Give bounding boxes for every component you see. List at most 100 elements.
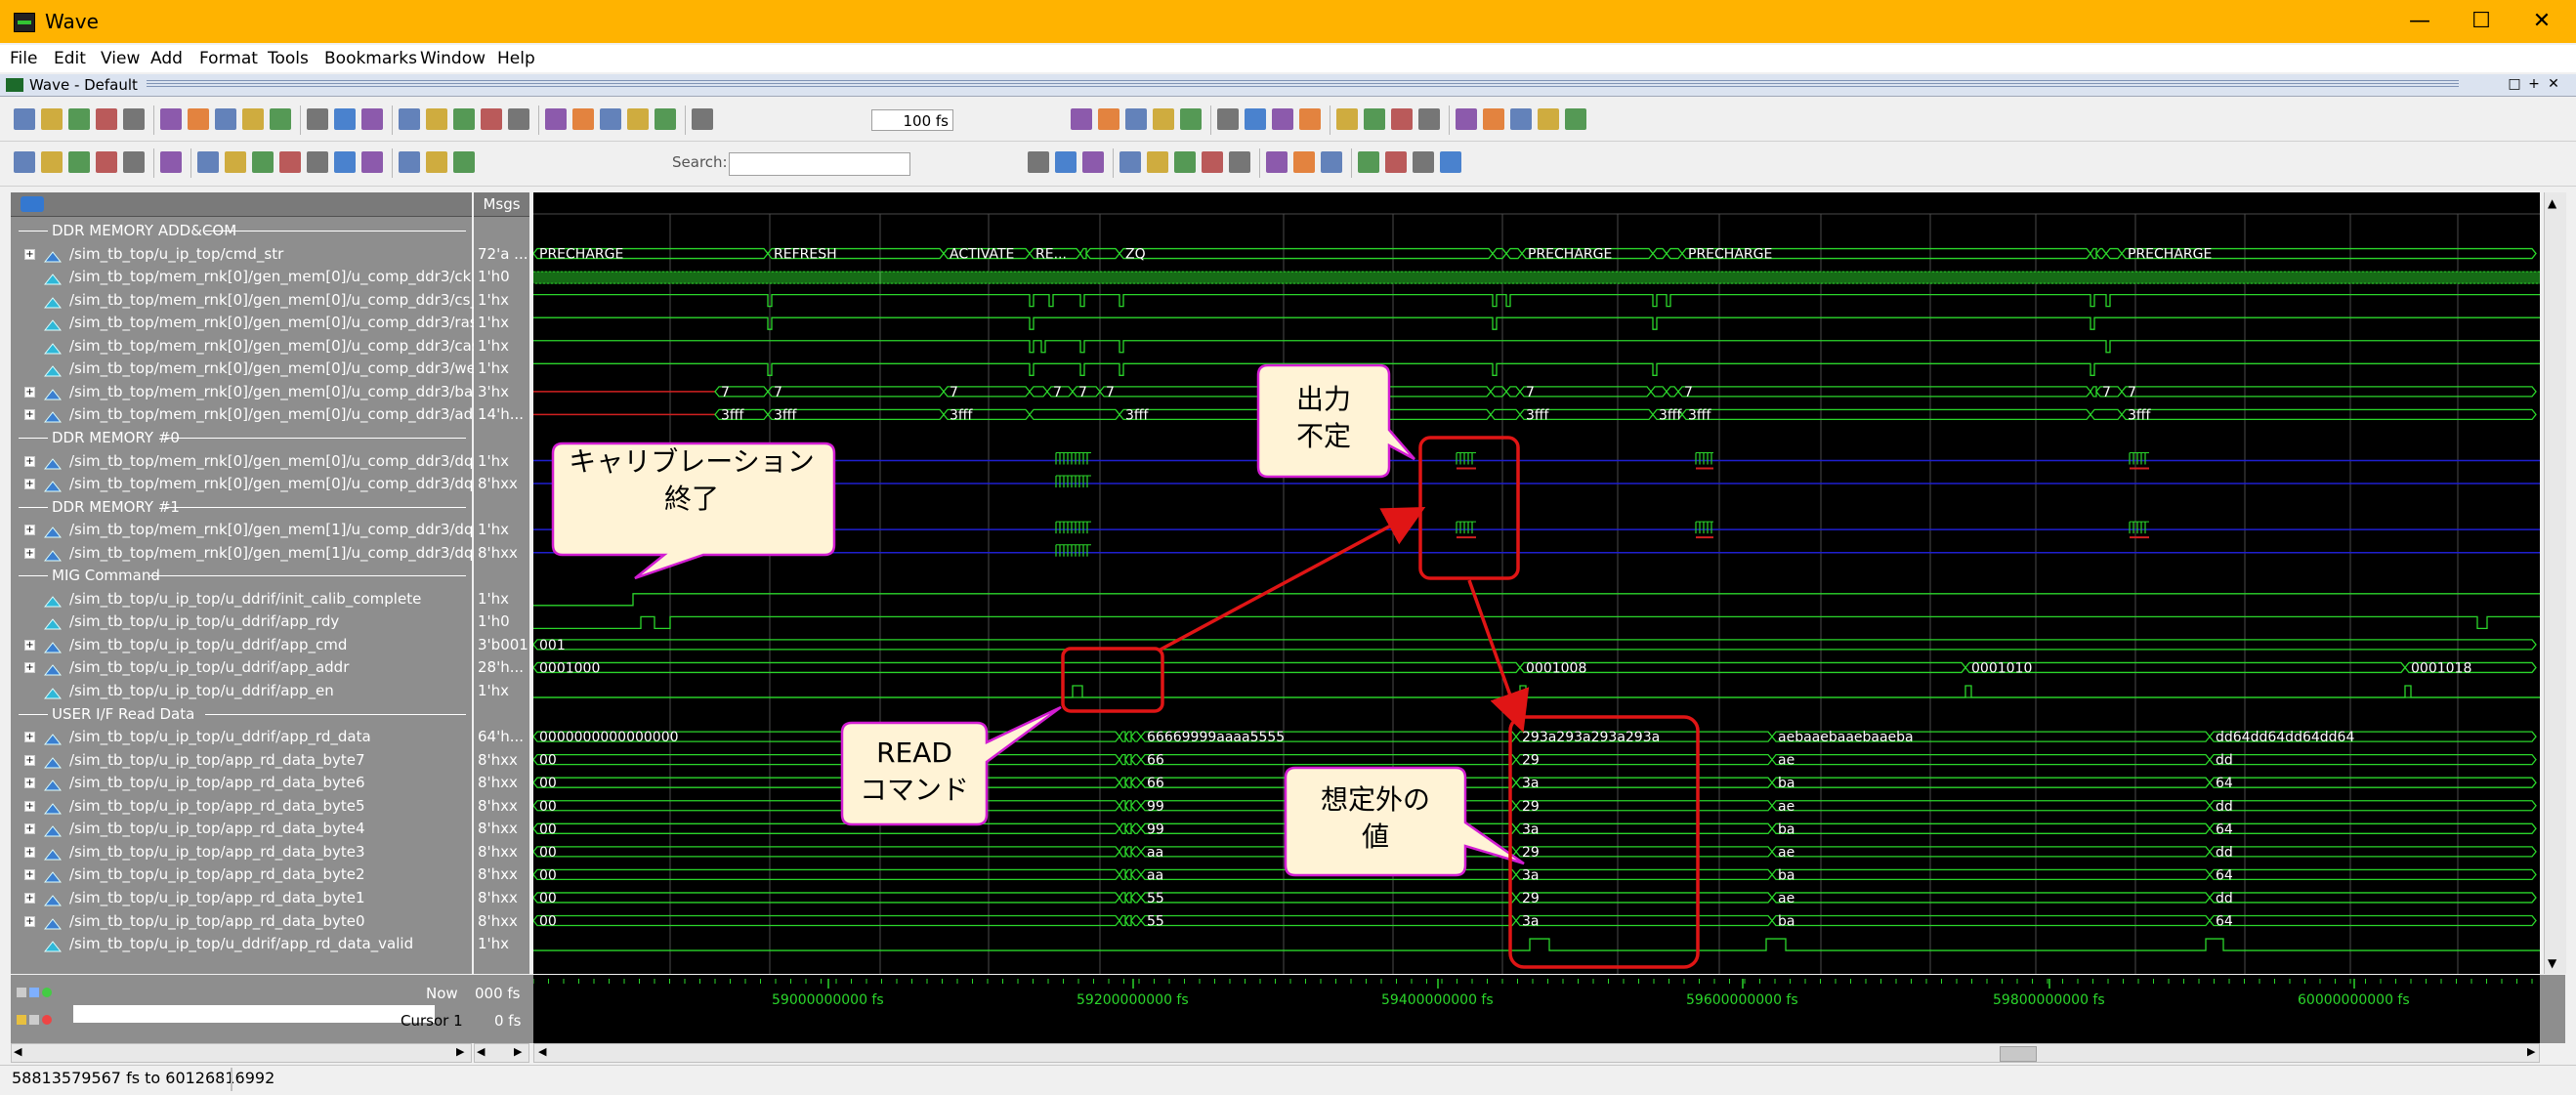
bus-segment[interactable]	[2095, 247, 2107, 260]
search-input[interactable]	[729, 152, 910, 176]
right-icon[interactable]	[655, 108, 676, 130]
zoom-out-full-icon[interactable]	[1098, 108, 1119, 130]
bus-segment[interactable]	[1515, 777, 1773, 788]
prev-fall-icon[interactable]	[361, 151, 383, 173]
next-edge-icon[interactable]	[279, 151, 301, 173]
bus-segment[interactable]	[1490, 386, 1507, 398]
signal-row-11[interactable]: + /sim_tb_top/mem_rnk[0]/gen_mem[0]/u_com…	[11, 473, 473, 495]
waveform-canvas[interactable]: PRECHARGE REFRESH ACTIVATE RE... ZQ PRECHARGE…	[532, 192, 2542, 974]
bus-segment[interactable]	[1771, 868, 2211, 881]
wire-trace[interactable]	[533, 316, 2540, 330]
signal-row-27[interactable]: + /sim_tb_top/u_ip_top/app_rd_data_byte3	[11, 841, 472, 863]
cursor-tools-icon[interactable]	[17, 983, 65, 997]
subwindow-close-icon[interactable]: ✕	[2546, 76, 2561, 92]
bus-segment[interactable]	[1140, 892, 1517, 904]
new-file-icon[interactable]	[14, 108, 35, 130]
zoom-in-full-icon[interactable]	[1071, 108, 1092, 130]
bus-segment[interactable]	[1119, 846, 1126, 858]
bus-segment[interactable]	[1124, 800, 1132, 812]
bus-segment[interactable]	[1124, 822, 1132, 834]
redo-icon[interactable]	[270, 108, 291, 130]
bus-segment[interactable]	[1666, 247, 1683, 260]
bus-segment[interactable]	[2209, 892, 2537, 904]
bus-segment[interactable]	[1130, 846, 1142, 858]
bus-segment[interactable]	[1124, 731, 1132, 742]
bus-segment[interactable]	[1130, 754, 1142, 766]
scroll-up-arrow[interactable]: ▲	[2548, 196, 2556, 210]
bus-segment[interactable]	[2209, 868, 2537, 881]
prev-edge-icon[interactable]	[252, 151, 274, 173]
wave-pane-hscroll[interactable]: ◀ ▶	[533, 1043, 2540, 1063]
expand-icon[interactable]: +	[24, 386, 35, 398]
signal-group-15[interactable]: MIG Command	[11, 565, 472, 587]
expand-icon[interactable]: +	[24, 455, 35, 467]
wave-e-icon[interactable]	[1385, 151, 1407, 173]
break-icon[interactable]	[307, 108, 328, 130]
signal-row-31[interactable]: /sim_tb_top/u_ip_top/u_ddrif/app_rd_data…	[11, 933, 472, 955]
layout-c-icon[interactable]	[1510, 108, 1532, 130]
bus-segment[interactable]	[1130, 822, 1142, 834]
bus-segment[interactable]	[532, 639, 2537, 651]
print-icon[interactable]	[123, 108, 145, 130]
wire-trace[interactable]	[533, 938, 2540, 951]
undock-icon[interactable]: □	[2507, 76, 2522, 92]
expand-icon[interactable]: +	[24, 547, 35, 559]
signal-row-30[interactable]: + /sim_tb_top/u_ip_top/app_rd_data_byte0	[11, 910, 472, 933]
reload-icon[interactable]	[96, 108, 117, 130]
menu-view[interactable]: View	[101, 49, 140, 68]
layout-d-icon[interactable]	[1538, 108, 1559, 130]
bus-segment[interactable]	[1124, 868, 1132, 881]
copy-icon[interactable]	[188, 108, 209, 130]
zoom-out-icon[interactable]	[1147, 151, 1168, 173]
bus-segment[interactable]	[1505, 247, 1523, 260]
bus-segment[interactable]	[1140, 754, 1517, 766]
menu-window[interactable]: Window	[420, 49, 486, 68]
bus-segment[interactable]	[1681, 408, 2091, 421]
bus-segment[interactable]	[1079, 247, 1087, 260]
bus-segment[interactable]	[1119, 822, 1126, 834]
bus-segment[interactable]	[1119, 777, 1126, 788]
move-mode-icon[interactable]	[68, 151, 90, 173]
wire-trace[interactable]	[533, 294, 2540, 308]
continue-icon[interactable]	[1299, 108, 1321, 130]
bus-segment[interactable]	[1124, 777, 1132, 788]
bus-segment[interactable]	[1119, 247, 1494, 260]
bus-segment[interactable]	[532, 868, 1120, 881]
cursor-mode-icon[interactable]	[160, 151, 182, 173]
bus-segment[interactable]	[1515, 822, 1773, 834]
step-over-icon[interactable]	[1245, 108, 1266, 130]
bus-segment[interactable]	[2090, 408, 2123, 421]
menu-format[interactable]: Format	[199, 49, 258, 68]
bus-segment[interactable]	[1519, 661, 1966, 674]
signal-row-28[interactable]: + /sim_tb_top/u_ip_top/app_rd_data_byte2	[11, 863, 472, 886]
save-icon[interactable]	[68, 108, 90, 130]
signal-row-2[interactable]: /sim_tb_top/mem_rnk[0]/gen_mem[0]/u_comp…	[11, 266, 472, 288]
restore-icon[interactable]: +	[2526, 76, 2542, 92]
find-icon[interactable]	[334, 108, 356, 130]
expand-icon[interactable]: +	[24, 869, 35, 881]
find-edge-icon[interactable]	[453, 151, 475, 173]
menu-add[interactable]: Add	[150, 49, 183, 68]
value-pane-hscroll[interactable]: ◀ ▶	[474, 1043, 529, 1063]
bus-segment[interactable]	[1505, 386, 1521, 398]
step-fwd-icon[interactable]	[1364, 108, 1385, 130]
menu-edit[interactable]: Edit	[54, 49, 86, 68]
expand-icon[interactable]: +	[24, 662, 35, 674]
wave-scroll-thumb[interactable]	[2000, 1046, 2037, 1062]
bus-segment[interactable]	[1515, 914, 1773, 927]
bus-segment[interactable]	[1124, 846, 1132, 858]
bus-segment[interactable]	[532, 846, 1120, 858]
bus-segment[interactable]	[2209, 754, 2537, 766]
layout-a-icon[interactable]	[1456, 108, 1477, 130]
wire-trace[interactable]	[533, 685, 2540, 698]
select-mode-icon[interactable]	[14, 151, 35, 173]
signal-row-16[interactable]: /sim_tb_top/u_ip_top/u_ddrif/init_calib_…	[11, 588, 472, 611]
simulate-icon[interactable]	[426, 108, 447, 130]
bus-segment[interactable]	[1119, 800, 1126, 812]
bus-segment[interactable]	[532, 777, 1120, 788]
bus-segment[interactable]	[1124, 892, 1132, 904]
bus-segment[interactable]	[2090, 386, 2097, 398]
waveform-pane[interactable]: PRECHARGE REFRESH ACTIVATE RE... ZQ PRECHARGE…	[532, 192, 2542, 974]
signal-row-14[interactable]: + /sim_tb_top/mem_rnk[0]/gen_mem[1]/u_com…	[11, 542, 473, 565]
up-icon[interactable]	[600, 108, 621, 130]
